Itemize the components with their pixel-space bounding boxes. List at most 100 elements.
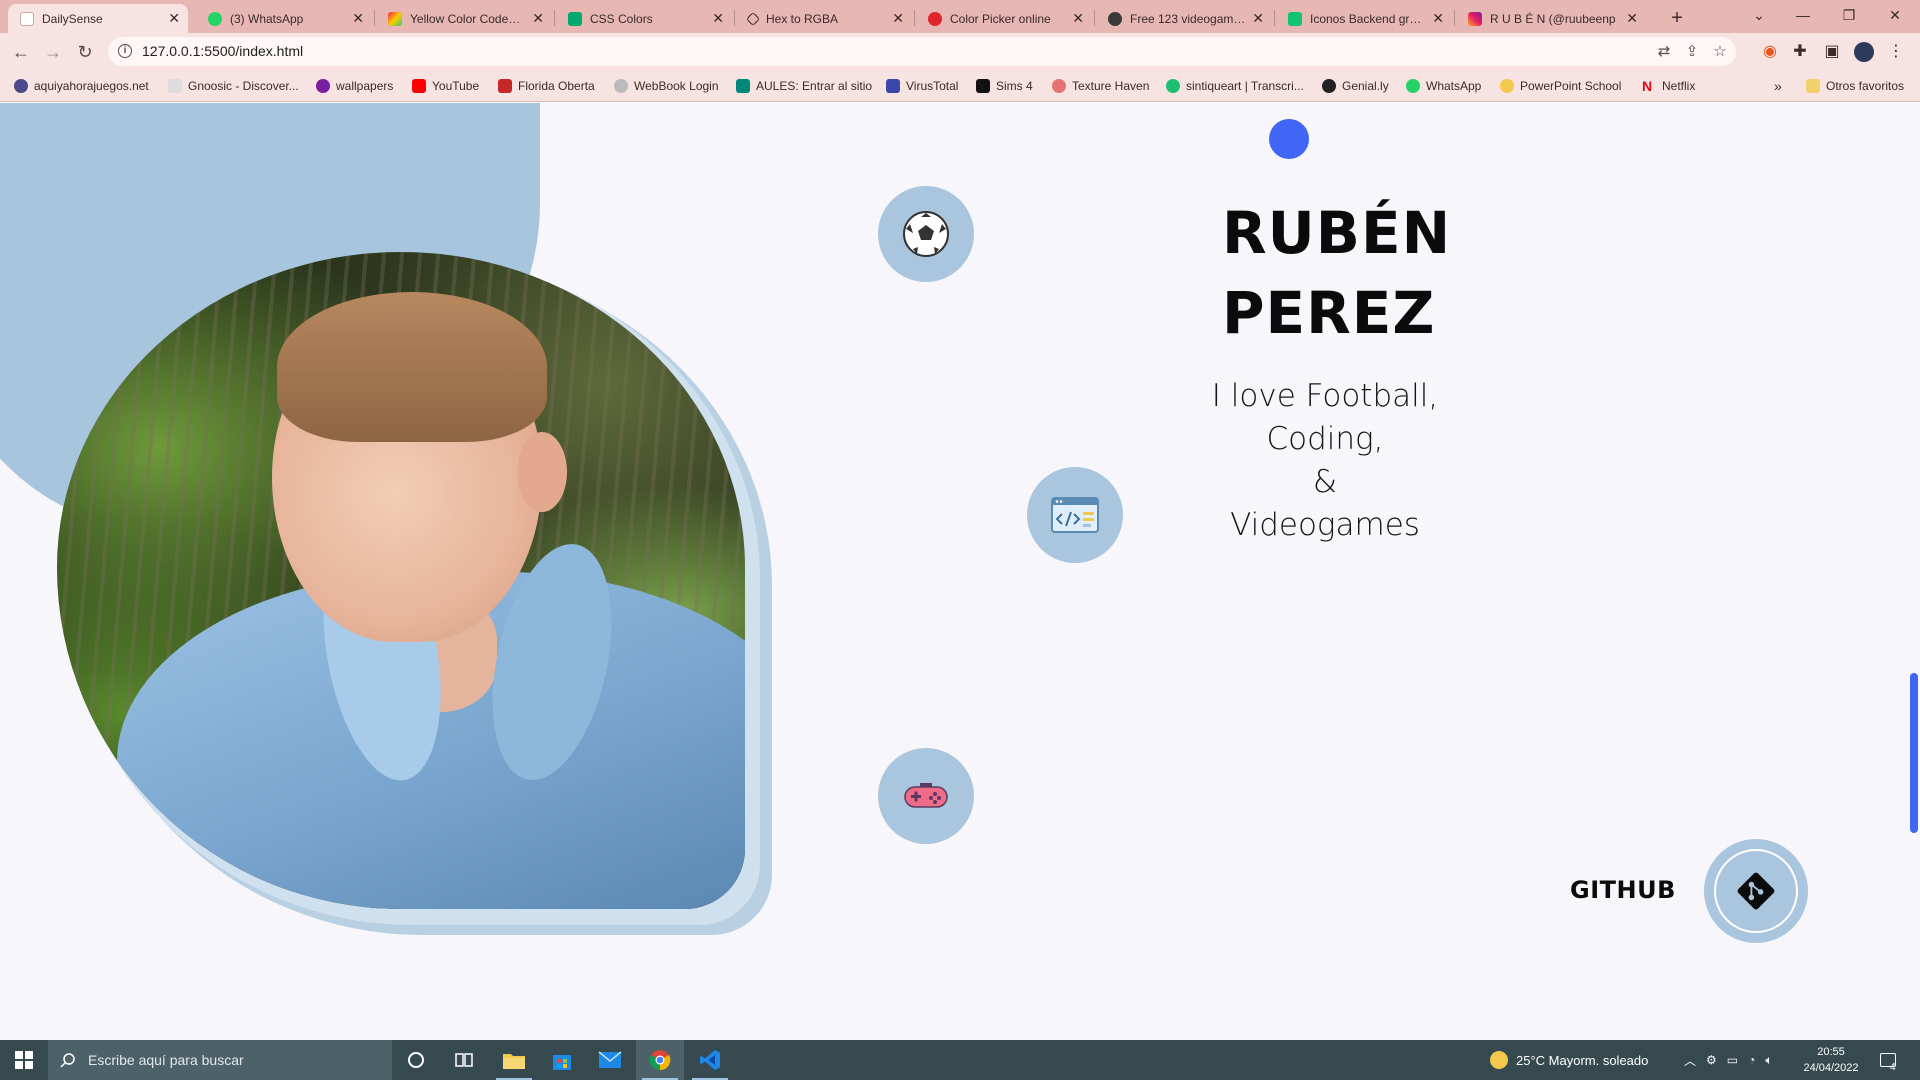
tab-yellow-color-codes[interactable]: Yellow Color Codes / S ✕ xyxy=(376,4,552,33)
extension-brave-icon[interactable]: ◉ xyxy=(1758,40,1782,64)
profile-photo xyxy=(57,252,745,909)
bookmark-wallpapers[interactable]: wallpapers xyxy=(316,77,393,95)
bookmark-netflix[interactable]: N Netflix xyxy=(1642,77,1695,95)
search-placeholder[interactable]: Escribe aquí para buscar xyxy=(88,1052,244,1068)
forward-button[interactable]: → xyxy=(40,39,66,65)
close-icon[interactable]: ✕ xyxy=(1252,10,1264,27)
mail-button[interactable] xyxy=(586,1040,634,1080)
close-icon[interactable]: ✕ xyxy=(532,10,544,27)
vscode-button[interactable] xyxy=(686,1040,734,1080)
bookmark-webbook[interactable]: WebBook Login xyxy=(614,77,719,95)
bookmark-label: Netflix xyxy=(1662,79,1696,93)
color-picker-icon xyxy=(928,11,942,26)
new-tab-button[interactable]: + xyxy=(1664,5,1690,31)
back-button[interactable]: ← xyxy=(8,39,34,65)
chevron-up-icon[interactable]: ︿ xyxy=(1684,1052,1696,1069)
address-bar[interactable]: i 127.0.0.1:5500/index.html ⇄ ⇪ ☆ xyxy=(108,37,1736,66)
avatar[interactable] xyxy=(1852,40,1876,64)
reload-button[interactable]: ↻ xyxy=(72,39,98,65)
start-button[interactable] xyxy=(0,1040,48,1080)
tab-title: CSS Colors xyxy=(590,11,653,26)
game-icon xyxy=(1108,11,1122,26)
tagline-line: I love Football, xyxy=(1211,378,1439,414)
tab-search-button[interactable]: ⌄ xyxy=(1736,0,1782,30)
bookmark-whatsapp[interactable]: WhatsApp xyxy=(1406,77,1481,95)
bookmark-label: YouTube xyxy=(432,79,480,93)
close-icon[interactable]: ✕ xyxy=(168,10,180,27)
bookmark-sims4[interactable]: Sims 4 xyxy=(976,77,1033,95)
tab-title: Hex to RGBA xyxy=(766,11,839,26)
file-explorer-button[interactable] xyxy=(490,1040,538,1080)
tagline: I love Football, Coding, & Videogames xyxy=(1180,375,1470,547)
taskbar-search-box[interactable]: Escribe aquí para buscar xyxy=(48,1040,392,1080)
bookmark-florida-oberta[interactable]: Florida Oberta xyxy=(498,77,595,95)
share-icon[interactable]: ⇪ xyxy=(1682,42,1702,62)
menu-icon[interactable]: ⋮ xyxy=(1884,40,1908,64)
tab-color-picker[interactable]: Color Picker online ✕ xyxy=(916,4,1092,33)
tab-instagram[interactable]: R U B É N (@ruubeenp ✕ xyxy=(1456,4,1646,33)
extensions-icon[interactable]: ✚ xyxy=(1788,40,1812,64)
github-button[interactable] xyxy=(1704,839,1808,943)
url-text[interactable]: 127.0.0.1:5500/index.html xyxy=(142,43,303,59)
search-icon xyxy=(60,1053,75,1068)
system-clock[interactable]: 20:55 24/04/2022 xyxy=(1796,1044,1866,1076)
info-icon[interactable]: i xyxy=(118,44,132,58)
windows-taskbar: Escribe aquí para buscar 25°C Mayorm. so… xyxy=(0,1040,1920,1080)
bookmark-texture-haven[interactable]: Texture Haven xyxy=(1052,77,1149,95)
notifications-button[interactable]: 4 xyxy=(1880,1040,1896,1080)
tray-icons[interactable]: ︿ ⚙ ▭ ◔ 🔈︎ xyxy=(1684,1040,1773,1080)
task-view-button[interactable] xyxy=(440,1040,488,1080)
vscode-icon xyxy=(700,1050,720,1070)
bookmark-gnoosic[interactable]: Gnoosic - Discover... xyxy=(168,77,299,95)
page-content: RUBÉN PEREZ I love Football, Coding, & V… xyxy=(0,103,1920,1040)
tab-hex-to-rgba[interactable]: Hex to RGBA ✕ xyxy=(736,4,912,33)
minimize-button[interactable]: — xyxy=(1780,0,1826,30)
bookmark-label: wallpapers xyxy=(336,79,394,93)
tagline-line: Videogames xyxy=(1230,507,1420,543)
bookmark-aquiyahorajuegos[interactable]: aquiyahorajuegos.net xyxy=(14,77,149,95)
wifi-icon[interactable]: ◔ xyxy=(1748,1053,1755,1067)
translate-icon[interactable]: ⇄ xyxy=(1654,42,1674,62)
tab-dailysense[interactable]: DailySense ✕ xyxy=(8,4,188,33)
notification-icon xyxy=(1880,1053,1896,1067)
bookmark-powerpoint-school[interactable]: PowerPoint School xyxy=(1500,77,1621,95)
scrollbar-thumb[interactable] xyxy=(1910,673,1918,833)
tab-css-colors[interactable]: CSS Colors ✕ xyxy=(556,4,732,33)
github-label[interactable]: GITHUB xyxy=(1570,876,1676,904)
battery-icon[interactable]: ▭ xyxy=(1727,1053,1738,1067)
tab-title: (3) WhatsApp xyxy=(230,11,304,26)
bookmark-aules[interactable]: AULES: Entrar al sitio xyxy=(736,77,872,95)
tab-whatsapp[interactable]: (3) WhatsApp ✕ xyxy=(196,4,372,33)
close-icon[interactable]: ✕ xyxy=(1626,10,1638,27)
coding-button[interactable] xyxy=(1027,467,1123,563)
bookmark-label: Genial.ly xyxy=(1342,79,1389,93)
side-panel-icon[interactable]: ▣ xyxy=(1820,40,1844,64)
tab-free-videogames[interactable]: Free 123 videogames i ✕ xyxy=(1096,4,1272,33)
tab-iconos-backend[interactable]: Iconos Backend gratis ✕ xyxy=(1276,4,1452,33)
other-bookmarks-folder[interactable]: Otros favoritos xyxy=(1806,77,1904,95)
bookmark-genially[interactable]: Genial.ly xyxy=(1322,77,1389,95)
close-icon[interactable]: ✕ xyxy=(1432,10,1444,27)
weather-widget[interactable]: 25°C Mayorm. soleado xyxy=(1490,1040,1648,1080)
page-icon xyxy=(20,11,34,26)
football-button[interactable] xyxy=(878,186,974,282)
bookmark-youtube[interactable]: YouTube xyxy=(412,77,479,95)
image-icon xyxy=(316,79,330,93)
close-icon[interactable]: ✕ xyxy=(892,10,904,27)
close-icon[interactable]: ✕ xyxy=(712,10,724,27)
bookmark-virustotal[interactable]: VirusTotal xyxy=(886,77,958,95)
bookmark-star-icon[interactable]: ☆ xyxy=(1710,42,1730,62)
network-settings-icon[interactable]: ⚙ xyxy=(1706,1053,1717,1067)
link-icon xyxy=(745,11,761,26)
bookmarks-overflow-button[interactable]: » xyxy=(1774,77,1782,95)
volume-icon[interactable]: 🔈︎ xyxy=(1765,1053,1772,1068)
close-window-button[interactable]: ✕ xyxy=(1872,0,1918,30)
cortana-button[interactable] xyxy=(392,1040,440,1080)
close-icon[interactable]: ✕ xyxy=(1072,10,1084,27)
restore-button[interactable]: ❐ xyxy=(1826,0,1872,30)
bookmark-sintiqueart[interactable]: sintiqueart | Transcri... xyxy=(1166,77,1304,95)
chrome-button[interactable] xyxy=(636,1040,684,1080)
store-button[interactable] xyxy=(538,1040,586,1080)
videogames-button[interactable] xyxy=(878,748,974,844)
close-icon[interactable]: ✕ xyxy=(352,10,364,27)
